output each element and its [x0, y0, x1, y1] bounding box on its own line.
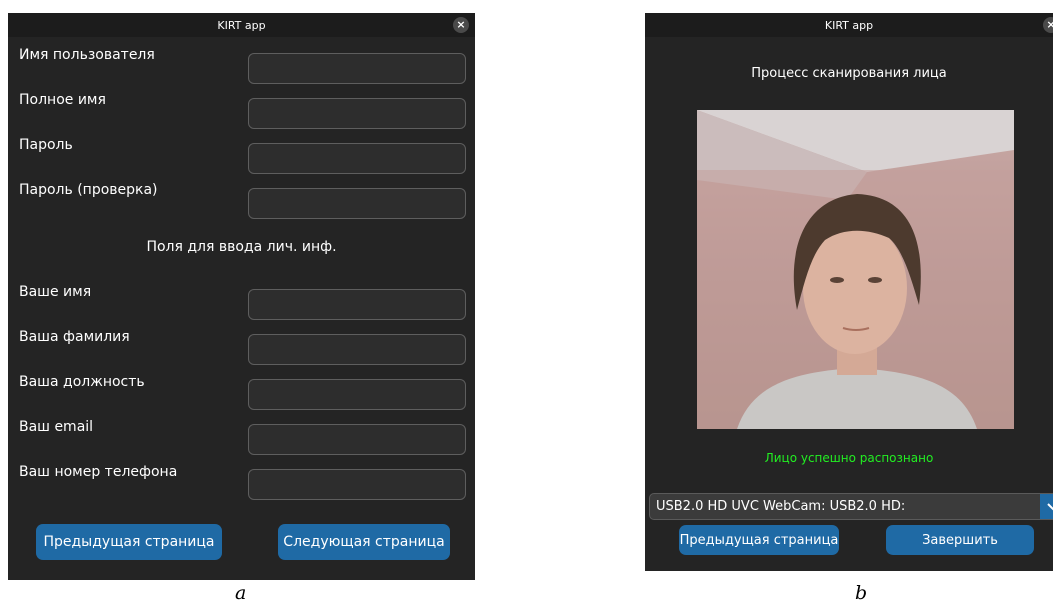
position-field[interactable] [248, 379, 466, 410]
username-field[interactable] [248, 53, 466, 84]
password-label: Пароль [19, 137, 73, 153]
titlebar: KIRT app × [8, 13, 475, 37]
finish-button[interactable]: Завершить [886, 525, 1034, 555]
email-label: Ваш email [19, 419, 94, 435]
window-title: KIRT app [217, 18, 266, 32]
position-label: Ваша должность [19, 374, 145, 390]
registration-window: KIRT app × Имя пользователя Полное имя П… [8, 13, 475, 580]
camera-frame-image [697, 110, 1014, 429]
full-name-label: Полное имя [19, 92, 106, 108]
prev-page-button[interactable]: Предыдущая страница [679, 525, 839, 555]
phone-field[interactable] [248, 469, 466, 500]
scan-process-heading: Процесс сканирования лица [751, 66, 947, 81]
window-title: KIRT app [824, 18, 874, 32]
personal-info-heading: Поля для ввода лич. инф. [146, 239, 337, 255]
recognition-status: Лицо успешно распознано [764, 451, 934, 465]
titlebar: KIRT app × [645, 13, 1053, 37]
password-confirm-field[interactable] [248, 188, 466, 219]
first-name-label: Ваше имя [19, 284, 92, 300]
close-icon[interactable]: × [1043, 17, 1053, 33]
next-page-button[interactable]: Следующая страница [278, 524, 450, 560]
chevron-down-icon[interactable] [1040, 494, 1053, 519]
caption-a: a [235, 582, 247, 604]
email-field[interactable] [248, 424, 466, 455]
camera-select-value: USB2.0 HD UVC WebCam: USB2.0 HD: [656, 499, 906, 514]
full-name-field[interactable] [248, 98, 466, 129]
prev-page-button[interactable]: Предыдущая страница [36, 524, 222, 560]
first-name-field[interactable] [248, 289, 466, 320]
camera-preview [697, 110, 1014, 429]
face-scan-window: KIRT app × Процесс сканирования лица Лиц… [645, 13, 1053, 571]
username-label: Имя пользователя [19, 47, 155, 63]
caption-b: b [855, 582, 868, 604]
password-confirm-label: Пароль (проверка) [19, 182, 158, 198]
last-name-field[interactable] [248, 334, 466, 365]
password-field[interactable] [248, 143, 466, 174]
phone-label: Ваш номер телефона [19, 464, 178, 480]
close-icon[interactable]: × [453, 17, 469, 33]
last-name-label: Ваша фамилия [19, 329, 130, 345]
camera-select[interactable]: USB2.0 HD UVC WebCam: USB2.0 HD: [649, 493, 1053, 520]
